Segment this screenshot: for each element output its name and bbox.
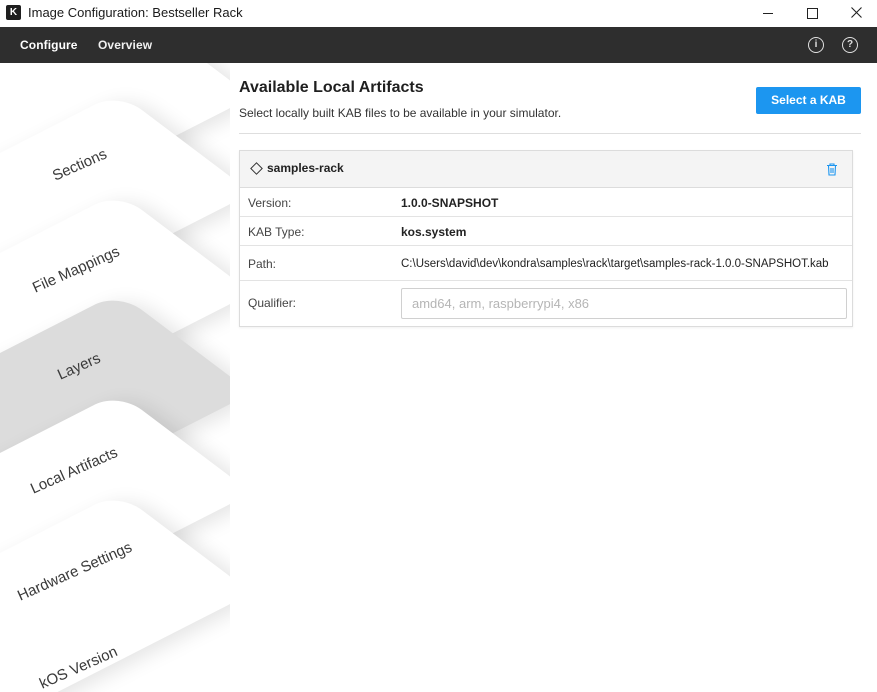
kab-type-row: KAB Type: kos.system (240, 217, 852, 246)
maximize-button[interactable] (789, 0, 835, 27)
version-value: 1.0.0-SNAPSHOT (401, 196, 499, 210)
help-icon[interactable]: ? (842, 37, 858, 53)
diamond-icon (250, 162, 263, 175)
menu-overview[interactable]: Overview (98, 38, 152, 52)
app-logo-icon: K (6, 5, 21, 20)
qualifier-label: Qualifier: (248, 296, 297, 310)
sidebar: Sections File Mappings Layers Local Arti… (0, 63, 230, 692)
page-subtitle: Select locally built KAB files to be ava… (239, 106, 562, 120)
trash-icon[interactable] (826, 163, 838, 176)
kab-type-label: KAB Type: (248, 225, 305, 239)
minimize-button[interactable] (745, 0, 791, 27)
kab-type-value: kos.system (401, 225, 467, 239)
window-title: Image Configuration: Bestseller Rack (28, 5, 243, 20)
close-icon (851, 7, 862, 18)
menu-bar: Configure Overview i ? (0, 27, 877, 63)
path-label: Path: (248, 257, 277, 271)
version-row: Version: 1.0.0-SNAPSHOT (240, 188, 852, 217)
version-label: Version: (248, 196, 292, 210)
artifact-header: samples-rack (240, 151, 852, 188)
menu-configure[interactable]: Configure (20, 38, 78, 52)
page-title: Available Local Artifacts (239, 79, 424, 96)
artifact-panel: samples-rack Version: 1.0.0-SNAPSHOT KAB… (239, 150, 853, 327)
close-button[interactable] (833, 0, 877, 27)
qualifier-input[interactable] (401, 288, 847, 319)
path-row: Path: C:\Users\david\dev\kondra\samples\… (240, 246, 852, 281)
path-value: C:\Users\david\dev\kondra\samples\rack\t… (401, 258, 829, 270)
window-title-bar: K Image Configuration: Bestseller Rack (0, 0, 877, 27)
select-kab-button[interactable]: Select a KAB (756, 87, 861, 114)
qualifier-row: Qualifier: (240, 281, 852, 326)
artifact-name: samples-rack (267, 161, 344, 175)
divider (239, 133, 861, 134)
info-icon[interactable]: i (808, 37, 824, 53)
